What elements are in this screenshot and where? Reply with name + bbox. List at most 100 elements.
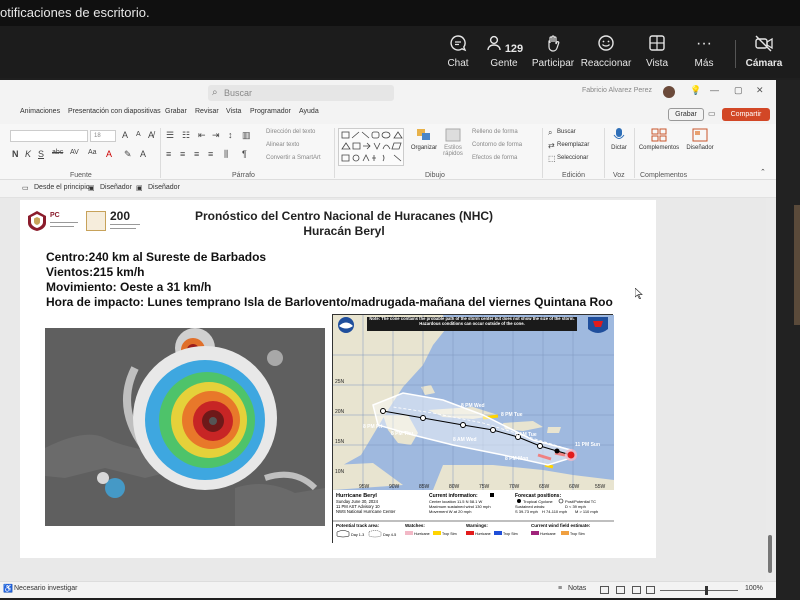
addins-button[interactable]: Complementos — [638, 128, 680, 151]
share-button[interactable]: Compartir — [722, 108, 770, 121]
ribbon: 18 A A A̸ N K S abc AV Aa A ✎ A Fuente ☰… — [0, 124, 776, 180]
minimize-icon[interactable]: — — [710, 85, 719, 95]
numbering-icon[interactable]: ☷ — [182, 130, 190, 141]
indent-more-icon[interactable]: ⇥ — [212, 130, 220, 141]
forecast-point-label: 8 AM Wed — [453, 437, 477, 443]
designer-qa2-button[interactable]: Diseñador — [148, 184, 180, 191]
bold-button[interactable]: N — [12, 149, 19, 159]
columns-icon[interactable]: ▥ — [242, 130, 251, 141]
align-left-icon[interactable]: ≡ — [166, 149, 171, 159]
people-count: 129 — [504, 43, 524, 55]
zoom-level[interactable]: 100% — [745, 585, 763, 592]
accessibility-status[interactable]: Necesario investigar — [14, 585, 77, 592]
designer-qa2-icon[interactable]: ▣ — [136, 184, 143, 192]
shape-outline-button[interactable]: Contorno de forma — [472, 142, 522, 148]
reading-view-icon[interactable] — [632, 586, 641, 594]
highlight-icon[interactable]: ✎ — [124, 149, 132, 160]
clear-format-icon[interactable]: A̸ — [148, 130, 154, 140]
avatar[interactable] — [663, 86, 675, 98]
shrink-font-icon[interactable]: A — [136, 131, 141, 138]
raise-hand-button[interactable]: Participar — [525, 34, 581, 69]
zoom-slider[interactable] — [660, 590, 738, 591]
side-strip — [776, 80, 800, 600]
column-layout-icon[interactable]: ⫼ — [224, 149, 228, 160]
menu-programador[interactable]: Programador — [250, 108, 291, 115]
from-beginning-button[interactable]: Desde el principio — [34, 184, 90, 191]
group-divider — [604, 128, 605, 178]
text-effects-icon[interactable]: A — [140, 149, 146, 159]
text-direction-button[interactable]: Dirección del texto — [266, 129, 315, 135]
vertical-scrollbar[interactable] — [766, 198, 774, 581]
justify-icon[interactable]: ≡ — [208, 149, 213, 159]
change-case-button[interactable]: Aa — [88, 149, 97, 156]
storm-center: NWS National Hurricane Center — [336, 509, 396, 514]
dictate-button[interactable]: Dictar — [608, 128, 630, 151]
camera-icon[interactable]: ▭ — [708, 109, 716, 118]
indent-less-icon[interactable]: ⇤ — [198, 130, 206, 141]
record-button[interactable]: Grabar — [668, 108, 704, 121]
designer-qa-button[interactable]: Diseñador — [100, 184, 132, 191]
organize-button[interactable]: Organizar — [408, 128, 440, 151]
normal-view-icon[interactable] — [600, 586, 609, 594]
smartart-button[interactable]: Convertir a SmartArt — [266, 155, 321, 161]
search-icon[interactable]: ⌕ — [548, 128, 552, 138]
find-button[interactable]: Buscar — [557, 129, 576, 135]
menu-grabar[interactable]: Grabar — [165, 108, 187, 115]
quick-styles-button[interactable]: Estilos rápidos — [440, 128, 466, 157]
people-button[interactable]: 129 Gente — [476, 34, 532, 69]
slideshow-icon[interactable] — [646, 586, 655, 594]
align-text-button[interactable]: Alinear texto — [266, 142, 299, 148]
ppt-search-input[interactable]: Buscar — [208, 85, 394, 101]
more-button[interactable]: ··· Más — [676, 34, 732, 69]
font-name-box[interactable] — [10, 130, 88, 142]
select-icon[interactable]: ⬚ — [548, 154, 556, 163]
ppt-user-name: Fabricio Alvarez Perez — [582, 87, 653, 94]
menu-revisar[interactable]: Revisar — [195, 108, 219, 115]
shape-fill-button[interactable]: Relleno de forma — [472, 129, 518, 135]
quick-access-bar: ▭ Desde el principio ▣ Diseñador ▣ Diseñ… — [0, 180, 776, 198]
menu-presentacion[interactable]: Presentación con diapositivas — [68, 108, 161, 115]
paragraph-settings-icon[interactable]: ¶ — [242, 149, 247, 159]
mouse-cursor-icon — [635, 288, 643, 299]
group-label-voz: Voz — [613, 172, 625, 179]
strikethrough-button[interactable]: abc — [52, 149, 63, 156]
italic-button[interactable]: K — [25, 149, 31, 159]
menu-animaciones[interactable]: Animaciones — [20, 108, 60, 115]
close-icon[interactable]: ✕ — [756, 85, 764, 96]
bullets-icon[interactable]: ☰ — [166, 130, 174, 141]
font-color-icon[interactable]: A — [106, 149, 112, 159]
accessibility-icon[interactable]: ♿ — [3, 584, 13, 593]
align-center-icon[interactable]: ≡ — [180, 149, 185, 159]
post-tc-marker — [558, 498, 564, 504]
slide-sorter-icon[interactable] — [616, 586, 625, 594]
zoom-slider-handle[interactable] — [705, 586, 708, 595]
replace-icon[interactable]: ⇄ — [548, 141, 555, 150]
line-spacing-icon[interactable]: ↕ — [228, 130, 233, 140]
track-swatch-day45 — [368, 530, 382, 538]
camera-button[interactable]: Cámara — [736, 34, 792, 69]
designer-button[interactable]: Diseñador — [684, 128, 716, 151]
from-beginning-icon[interactable]: ▭ — [22, 184, 29, 192]
replace-button[interactable]: Reemplazar — [557, 142, 589, 148]
collapse-ribbon-icon[interactable]: ⌃ — [760, 168, 766, 176]
select-button[interactable]: Seleccionar — [557, 155, 588, 161]
restore-icon[interactable]: ▢ — [734, 85, 743, 96]
menu-ayuda[interactable]: Ayuda — [299, 108, 319, 115]
spacing-button[interactable]: AV — [70, 149, 79, 156]
react-button[interactable]: Reaccionar — [578, 34, 634, 69]
designer-qa-icon[interactable]: ▣ — [88, 184, 95, 192]
slide-title: Pronóstico del Centro Nacional de Huraca… — [194, 209, 494, 223]
scrollbar-thumb[interactable] — [768, 535, 772, 573]
font-size-box[interactable]: 18 — [90, 130, 116, 142]
lightbulb-icon[interactable]: 💡 — [690, 85, 701, 96]
shared-screen: Buscar Fabricio Alvarez Perez 💡 — ▢ ✕ An… — [0, 80, 776, 598]
slide[interactable]: PC 200 Pronóstico del Centro Nacional de… — [20, 200, 656, 558]
notes-icon[interactable]: ≡ — [558, 585, 562, 592]
shape-effects-button[interactable]: Efectos de forma — [472, 155, 517, 161]
menu-vista[interactable]: Vista — [226, 108, 241, 115]
shapes-gallery[interactable] — [338, 128, 404, 166]
grow-font-icon[interactable]: A — [122, 130, 128, 140]
align-right-icon[interactable]: ≡ — [194, 149, 199, 159]
underline-button[interactable]: S — [38, 149, 44, 159]
notes-button[interactable]: Notas — [568, 585, 586, 592]
